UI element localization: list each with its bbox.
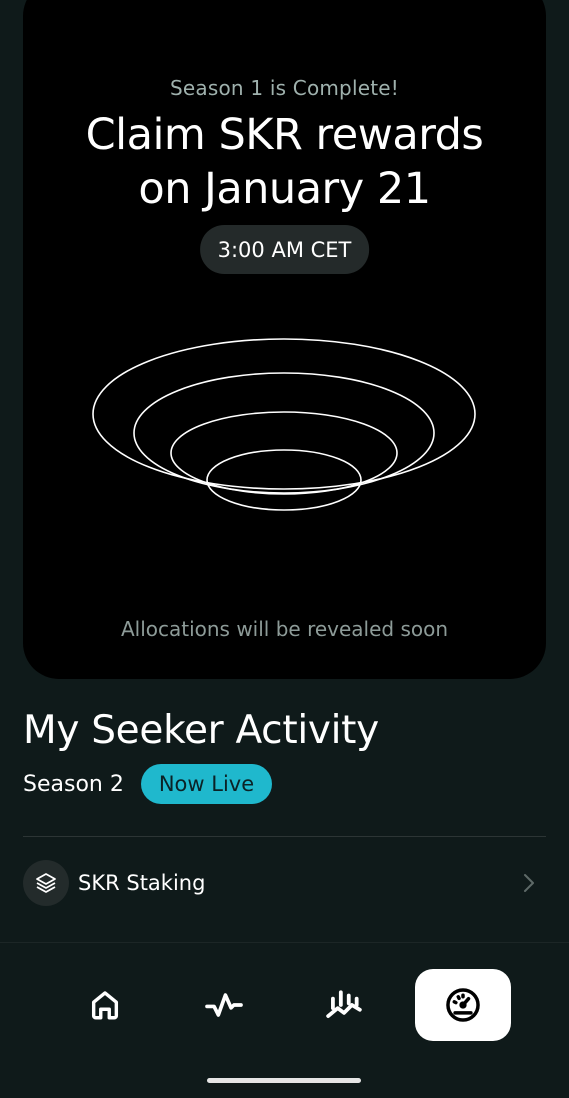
season-label: Season 2 [23,771,124,797]
skr-staking-row[interactable]: SKR Staking [23,859,546,907]
season-banner-card: Season 1 is Complete! Claim SKR rewards … [23,0,546,679]
skr-staking-label: SKR Staking [78,871,206,895]
nav-rewards[interactable] [415,969,511,1041]
nav-home[interactable] [57,969,153,1041]
season-row: Season 2 Now Live [23,764,273,804]
bowl-rings-illustration [92,338,476,511]
chevron-right-icon [524,874,534,892]
bottom-nav [0,943,569,1098]
ring-inner [206,449,362,511]
section-divider [23,836,546,837]
ring-outer [92,338,476,490]
ring-third [170,411,398,495]
now-live-badge: Now Live [140,764,273,804]
home-icon [91,991,119,1020]
nav-charts[interactable] [296,969,392,1041]
gauge-icon [446,988,480,1022]
allocations-note: Allocations will be revealed soon [120,617,449,641]
chart-trend-icon [326,990,362,1018]
activity-title: My Seeker Activity [23,708,379,753]
layers-icon [23,860,69,906]
home-indicator[interactable] [207,1078,361,1083]
nav-activity[interactable] [176,969,272,1041]
activity-pulse-icon [205,993,243,1017]
ring-second [133,372,435,494]
